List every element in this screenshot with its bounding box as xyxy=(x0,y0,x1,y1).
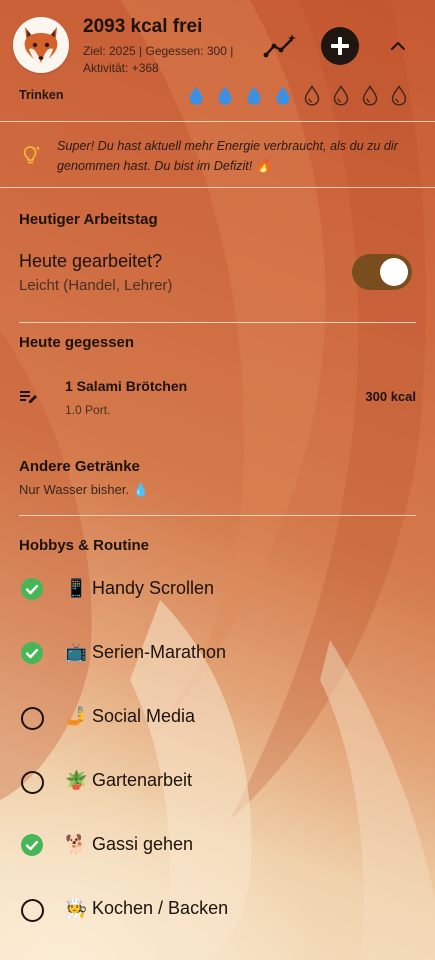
hobby-item[interactable]: 🧑‍🍳 Kochen / Backen xyxy=(0,889,435,929)
checked-circle-icon[interactable] xyxy=(21,834,43,856)
water-drop-empty-icon[interactable] xyxy=(387,83,410,107)
eaten-section-title: Heute gegessen xyxy=(19,334,135,351)
hobby-item[interactable]: 🐕 Gassi gehen xyxy=(0,825,435,865)
hobby-label: Gassi gehen xyxy=(92,834,194,854)
hobby-emoji: 🤳 xyxy=(65,706,88,727)
drinks-label: Trinken xyxy=(19,88,64,102)
hobby-item[interactable]: 🪴 Gartenarbeit xyxy=(0,761,435,801)
tip-text: Super! Du hast aktuell mehr Energie verb… xyxy=(57,139,398,173)
checked-circle-icon[interactable] xyxy=(21,642,43,664)
unchecked-circle-icon[interactable] xyxy=(21,707,44,730)
water-drop-filled-icon[interactable] xyxy=(271,83,294,107)
kcal-summary-line-1: Ziel: 2025 | Gegessen: 300 | xyxy=(83,44,234,58)
food-item-portion: 1.0 Port. xyxy=(65,403,111,417)
unchecked-circle-icon[interactable] xyxy=(21,899,44,922)
chevron-up-icon xyxy=(391,42,405,50)
water-drop-filled-icon[interactable] xyxy=(184,83,207,107)
checked-circle-icon[interactable] xyxy=(21,578,43,600)
divider-work xyxy=(19,322,416,323)
kcal-summary: Ziel: 2025 | Gegessen: 300 | Aktivität: … xyxy=(83,43,258,77)
fox-avatar[interactable] xyxy=(13,17,69,73)
hobby-emoji: 🧑‍🍳 xyxy=(65,898,88,919)
hobby-item[interactable]: 📺 Serien-Marathon xyxy=(0,633,435,673)
hobby-emoji: 🐕 xyxy=(65,834,88,855)
hobby-emoji: 🪴 xyxy=(65,770,88,791)
divider-drinks xyxy=(19,515,416,516)
hobby-label: Handy Scrollen xyxy=(92,578,215,598)
trend-icon xyxy=(263,34,296,58)
water-drop-empty-icon[interactable] xyxy=(329,83,352,107)
food-item-kcal: 300 kcal xyxy=(365,389,416,404)
hobbies-section-title: Hobbys & Routine xyxy=(19,537,149,554)
hobby-label: Kochen / Backen xyxy=(92,898,229,918)
hobby-item[interactable]: 📱 Handy Scrollen xyxy=(0,569,435,609)
lightbulb-icon xyxy=(20,144,42,166)
water-drop-empty-icon[interactable] xyxy=(300,83,323,107)
trend-button[interactable] xyxy=(262,30,298,62)
worked-today-toggle[interactable] xyxy=(352,254,412,290)
fox-icon xyxy=(24,27,58,65)
other-drinks-text: Nur Wasser bisher. 💧 xyxy=(19,482,149,497)
water-drops xyxy=(184,83,410,107)
divider-tip xyxy=(0,187,435,188)
hobby-label: Social Media xyxy=(92,706,196,726)
add-entry-button[interactable] xyxy=(321,27,359,65)
work-section-title: Heutiger Arbeitstag xyxy=(19,211,158,228)
water-drop-filled-icon[interactable] xyxy=(242,83,265,107)
hobby-emoji: 📺 xyxy=(65,642,88,663)
hobby-label: Serien-Marathon xyxy=(92,642,227,662)
kcal-summary-line-2: Aktivität: +368 xyxy=(83,61,159,75)
water-drop-empty-icon[interactable] xyxy=(358,83,381,107)
collapse-button[interactable] xyxy=(384,32,412,60)
other-drinks-title: Andere Getränke xyxy=(19,458,140,475)
divider-top xyxy=(0,121,435,122)
work-level-text[interactable]: Leicht (Handel, Lehrer) xyxy=(19,277,172,294)
plus-icon xyxy=(331,37,349,55)
hobby-item[interactable]: 🤳 Social Media xyxy=(0,697,435,737)
water-drop-filled-icon[interactable] xyxy=(213,83,236,107)
worked-today-label: Heute gearbeitet? xyxy=(19,251,163,271)
food-item-name[interactable]: 1 Salami Brötchen xyxy=(65,378,187,394)
kcal-remaining-title: 2093 kcal frei xyxy=(83,16,203,37)
toggle-knob xyxy=(380,258,408,286)
hobby-label: Gartenarbeit xyxy=(92,770,193,790)
hobby-emoji: 📱 xyxy=(65,578,88,599)
unchecked-circle-icon[interactable] xyxy=(21,771,44,794)
edit-list-icon[interactable] xyxy=(20,389,38,405)
